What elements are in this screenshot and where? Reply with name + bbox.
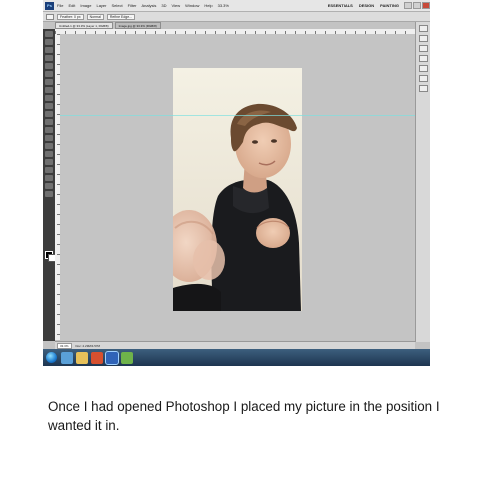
menu-select[interactable]: Select [112,3,123,8]
workspace-painting[interactable]: PAINTING [380,3,399,8]
clone-stamp-tool-icon[interactable] [45,95,53,101]
color-panel-icon[interactable] [419,25,428,32]
menu-view[interactable]: View [172,3,181,8]
paths-panel-icon[interactable] [419,85,428,92]
windows-taskbar [43,349,430,366]
menu-analysis[interactable]: Analysis [142,3,157,8]
pen-tool-icon[interactable] [45,143,53,149]
blur-tool-icon[interactable] [45,127,53,133]
lasso-tool-icon[interactable] [45,47,53,53]
menu-help[interactable]: Help [204,3,212,8]
menu-window[interactable]: Window [185,3,199,8]
marquee-tool-icon[interactable] [46,13,54,20]
menu-filter[interactable]: Filter [128,3,137,8]
document-tabs: Untitled-1 @ 33.3% (Layer 1, RGB/8) Imag… [55,22,415,29]
tools-panel [43,29,56,341]
style-select[interactable]: Normal [86,13,104,20]
3d-rotate-tool-icon[interactable] [45,175,53,181]
menu-bar: Ps File Edit Image Layer Select Filter A… [43,0,430,12]
portrait-image [173,68,302,311]
layers-panel-icon[interactable] [419,65,428,72]
adjustments-panel-icon[interactable] [419,45,428,52]
close-button[interactable] [422,2,430,9]
eyedropper-tool-icon[interactable] [45,71,53,77]
healing-brush-tool-icon[interactable] [45,79,53,85]
shape-tool-icon[interactable] [45,167,53,173]
menu-3d[interactable]: 3D [161,3,166,8]
options-bar: Feather: 0 px Normal Refine Edge... [43,12,430,22]
menu-image[interactable]: Image [80,3,91,8]
menu-file[interactable]: File [57,3,63,8]
brush-tool-icon[interactable] [45,87,53,93]
crop-tool-icon[interactable] [45,63,53,69]
photoshop-taskbar-icon[interactable] [105,350,119,365]
photoshop-screenshot: Ps File Edit Image Layer Select Filter A… [43,0,430,366]
path-select-tool-icon[interactable] [45,159,53,165]
zoom-field[interactable]: 33.3% [57,342,72,349]
refine-edge-button[interactable]: Refine Edge... [106,13,136,20]
photoshop-logo-icon: Ps [45,1,54,10]
history-brush-tool-icon[interactable] [45,103,53,109]
zoom-level-menu[interactable]: 33.3% [218,3,229,8]
windows-start-icon[interactable] [46,352,57,363]
document-size-info: Doc: 2.29M/4.57M [75,343,101,348]
type-tool-icon[interactable] [45,151,53,157]
feather-field[interactable]: Feather: 0 px [57,13,84,20]
swatches-panel-icon[interactable] [419,35,428,42]
maximize-button[interactable] [413,2,421,9]
gradient-tool-icon[interactable] [45,119,53,125]
workspace-design[interactable]: DESIGN [359,3,374,8]
guide-line[interactable] [60,115,415,116]
quick-select-tool-icon[interactable] [45,55,53,61]
media-player-icon[interactable] [91,351,103,364]
workspace-essentials[interactable]: ESSENTIALS [328,3,353,8]
panel-dock [415,22,430,342]
minimize-button[interactable] [404,2,412,9]
internet-explorer-icon[interactable] [61,351,73,364]
menu-layer[interactable]: Layer [96,3,106,8]
hand-tool-icon[interactable] [45,183,53,189]
zoom-tool-icon[interactable] [45,191,53,197]
eraser-tool-icon[interactable] [45,111,53,117]
taskbar-app-icon[interactable] [121,351,133,364]
move-tool-icon[interactable] [45,31,53,37]
marquee-tool-icon[interactable] [45,39,53,45]
tab-document-2[interactable]: Image.jpg @ 33.3% (RGB/8) [114,22,161,29]
status-bar: 33.3% Doc: 2.29M/4.57M [55,341,415,349]
masks-panel-icon[interactable] [419,55,428,62]
file-explorer-icon[interactable] [76,351,88,364]
caption-text: Once I had opened Photoshop I placed my … [48,399,440,434]
placed-photo[interactable] [173,68,302,311]
tab-document-1[interactable]: Untitled-1 @ 33.3% (Layer 1, RGB/8) [55,22,113,29]
dodge-tool-icon[interactable] [45,135,53,141]
menu-edit[interactable]: Edit [68,3,75,8]
channels-panel-icon[interactable] [419,75,428,82]
